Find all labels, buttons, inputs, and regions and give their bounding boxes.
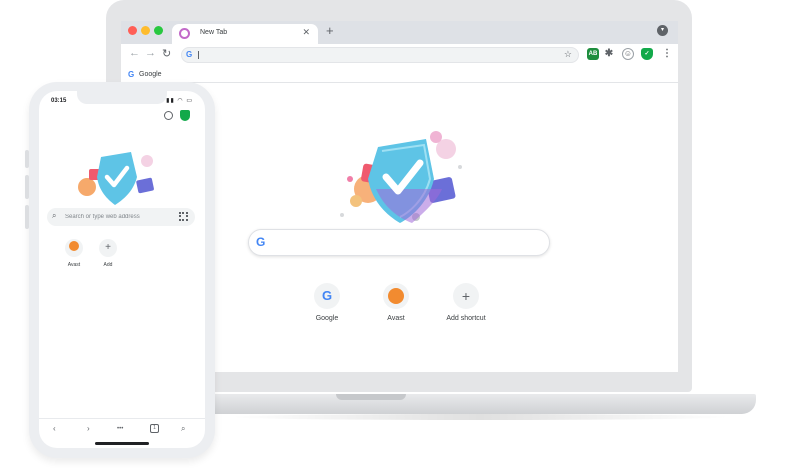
- qr-scan-icon[interactable]: [179, 212, 188, 221]
- google-icon: G: [186, 50, 193, 59]
- profile-icon[interactable]: ☺: [622, 48, 634, 60]
- puzzle-icon[interactable]: ✱: [603, 48, 615, 60]
- avast-icon: [383, 283, 409, 309]
- forward-icon[interactable]: ›: [87, 424, 90, 433]
- laptop-base: [196, 394, 756, 414]
- tab-strip: New Tab ✕ + ▾: [121, 21, 678, 44]
- hero-illustration: [340, 131, 462, 223]
- laptop-shadow: [230, 414, 730, 420]
- phone-shortcut-avast[interactable]: Avast: [56, 239, 92, 268]
- tab-close-button[interactable]: ✕: [302, 27, 310, 38]
- tab-new-tab[interactable]: New Tab ✕: [172, 24, 318, 44]
- shortcut-label: Add shortcut: [446, 315, 486, 322]
- browser-favicon-icon: [179, 28, 190, 39]
- phone-search-bar[interactable]: ⌕: [47, 208, 195, 226]
- new-tab-search-box[interactable]: G: [248, 229, 550, 256]
- bookmarks-bar: G Google: [121, 66, 678, 83]
- reload-icon[interactable]: ↻: [162, 47, 171, 60]
- shortcut-label: Avast: [67, 262, 81, 268]
- bookmark-google[interactable]: Google: [139, 71, 162, 78]
- tabs-counter-button[interactable]: 1: [150, 424, 159, 433]
- status-time: 03:15: [51, 98, 67, 104]
- address-bar[interactable]: G ☆: [181, 47, 579, 63]
- back-arrow-icon[interactable]: ←: [129, 47, 140, 59]
- new-tab-button[interactable]: +: [326, 23, 334, 38]
- phone-search-input[interactable]: [65, 210, 175, 224]
- phone-screen: 03:15 ▮▮ ◠ ▭ ⌕ Avast + Add ‹ › ••• 1 ⌕: [39, 91, 205, 448]
- status-icons: ▮▮ ◠ ▭: [166, 98, 193, 104]
- phone-side-button: [25, 175, 29, 199]
- tab-title: New Tab: [200, 29, 228, 36]
- plus-icon: +: [453, 283, 479, 309]
- profile-icon[interactable]: [164, 111, 173, 120]
- phone-bottom-nav: ‹ › ••• 1 ⌕: [39, 418, 205, 438]
- search-icon[interactable]: ⌕: [181, 424, 185, 434]
- browser-toolbar: ← → ↻ G ☆ AB ✱ ☺ ✓ ⋮: [121, 44, 678, 66]
- hero-illustration: [78, 152, 154, 205]
- phone-shortcut-add[interactable]: + Add: [90, 239, 126, 268]
- plus-icon: +: [99, 239, 117, 257]
- shortcut-add[interactable]: + Add shortcut: [426, 283, 506, 322]
- phone-notch: [77, 91, 167, 104]
- shortcut-label: Avast: [387, 315, 405, 322]
- shortcut-google[interactable]: G Google: [287, 283, 367, 322]
- window-zoom-button[interactable]: [154, 26, 163, 35]
- search-icon: ⌕: [52, 211, 57, 220]
- text-cursor: [198, 51, 199, 59]
- phone-side-button: [25, 205, 29, 229]
- back-icon[interactable]: ‹: [53, 424, 56, 433]
- shortcut-label: Google: [315, 315, 339, 322]
- bookmark-star-icon[interactable]: ☆: [564, 49, 572, 60]
- google-icon: G: [256, 235, 266, 249]
- kebab-menu-icon[interactable]: ⋮: [661, 48, 673, 60]
- google-icon: G: [128, 70, 135, 79]
- forward-arrow-icon[interactable]: →: [145, 47, 156, 59]
- google-icon: G: [314, 283, 340, 309]
- more-menu-button[interactable]: •••: [117, 426, 123, 432]
- laptop-base-notch: [336, 394, 406, 400]
- avast-shield-icon[interactable]: [180, 110, 190, 121]
- avast-shield-icon[interactable]: ✓: [641, 48, 653, 60]
- avast-icon: [65, 239, 83, 257]
- shortcut-label: Add: [103, 262, 113, 268]
- adblock-extension-icon[interactable]: AB: [587, 48, 599, 60]
- home-indicator: [95, 442, 149, 445]
- shortcut-avast[interactable]: Avast: [356, 283, 436, 322]
- phone-side-button: [25, 150, 29, 168]
- window-minimize-button[interactable]: [141, 26, 150, 35]
- tab-search-icon[interactable]: ▾: [657, 25, 668, 36]
- window-close-button[interactable]: [128, 26, 137, 35]
